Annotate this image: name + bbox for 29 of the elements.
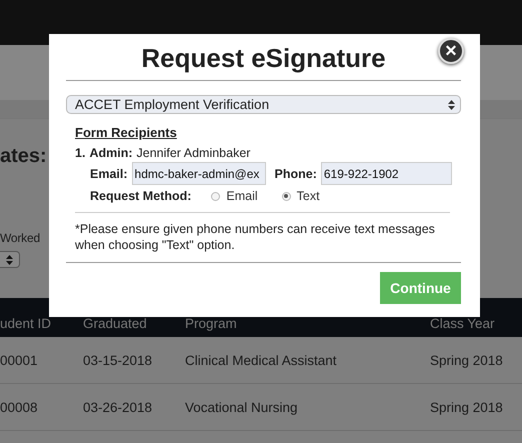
filter-label: Worked [0,231,40,245]
select-arrows-icon [448,100,455,110]
radio-button[interactable] [211,192,220,200]
table-cell: Spring 2018 [430,384,522,430]
phone-field[interactable]: 619-922-1902 [320,162,452,185]
table-cell: 03-26-2018 [83,384,185,430]
table-cell: 03-15-2018 [83,337,185,384]
table-cell: Vocational Nursing [185,384,430,430]
radio-label: Email [226,189,258,203]
close-button[interactable]: × [438,38,464,64]
table-cell: Clinical Medical Assistant [185,337,430,384]
filter-select[interactable] [0,251,20,268]
email-label: Email: [90,166,128,180]
radio-label: Text [296,189,320,203]
table-cell: Spring 2018 [430,337,522,384]
recipient-role: Admin: [89,146,132,160]
table-cell: 00008 [0,384,83,430]
table-cell: 00001 [0,337,83,384]
page-heading: ates: [0,145,47,169]
phone-label: Phone: [274,166,317,180]
recipient-number: 1. [75,146,86,160]
recipient-name: Jennifer Adminbaker [136,146,250,160]
form-select[interactable]: ACCET Employment Verification [66,95,461,114]
email-field[interactable]: hdmc-baker-admin@ex [132,162,266,185]
note-text: *Please ensure given phone numbers can receive text messages when choosing "Text" option. [75,212,450,262]
radio-button[interactable] [282,192,291,200]
section-title: Form Recipients [75,125,177,140]
method-label: Request Method: [90,189,192,203]
select-arrows-icon [6,254,13,264]
